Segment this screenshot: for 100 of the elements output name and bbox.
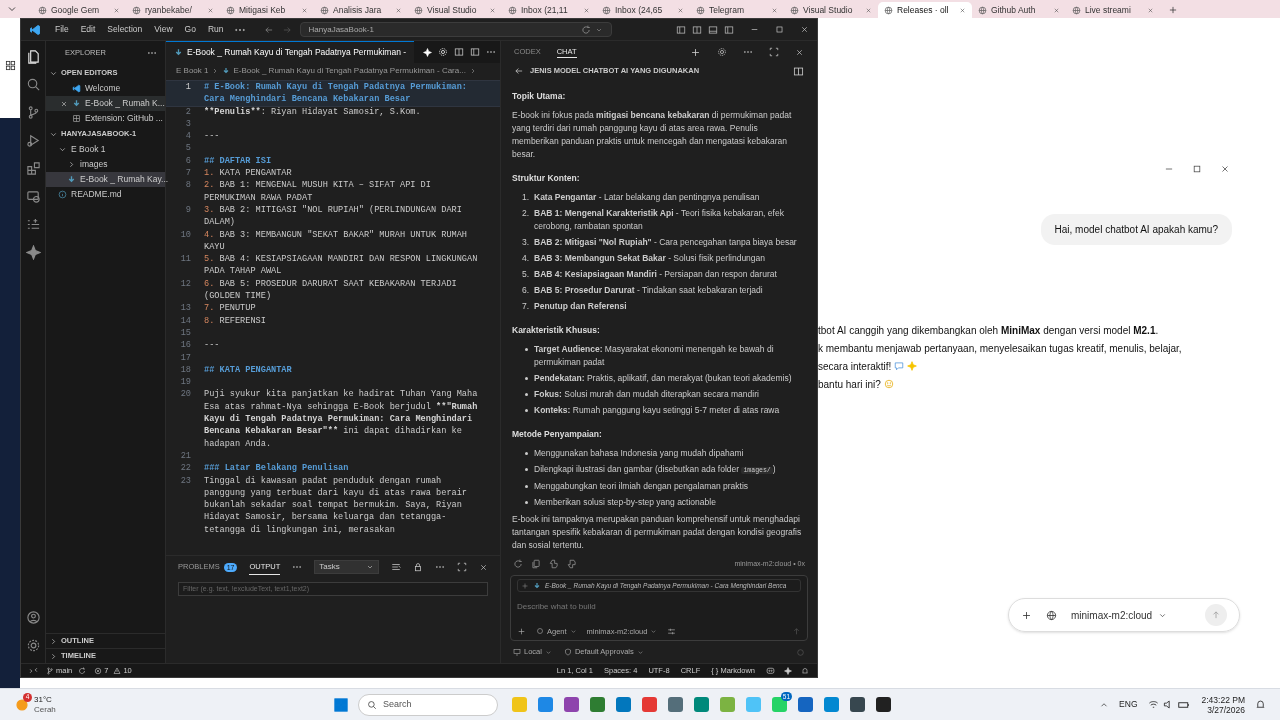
new-chat-icon[interactable] <box>690 46 701 58</box>
search-icon[interactable] <box>25 77 41 92</box>
close-icon[interactable] <box>800 25 809 34</box>
code-line: ### Latar Belakang Penulisan <box>204 462 350 475</box>
close-icon[interactable] <box>583 6 590 14</box>
browser-tab[interactable]: Analisis Jara <box>314 2 408 18</box>
close-icon[interactable] <box>1147 6 1154 14</box>
copilot-icon[interactable] <box>766 666 775 675</box>
browser-tab[interactable]: Inbox (24,65 <box>596 2 690 18</box>
menu-item[interactable]: Go <box>178 23 202 36</box>
settings-icon[interactable] <box>25 638 41 653</box>
clear-output-icon[interactable] <box>391 562 401 572</box>
maximize-panel-icon[interactable] <box>457 562 467 572</box>
list-number: 7. <box>522 300 530 313</box>
notification-icon[interactable] <box>801 666 809 675</box>
split-editor-icon[interactable] <box>470 47 480 57</box>
site-icon <box>414 5 423 15</box>
close-icon[interactable] <box>479 562 488 572</box>
search-field[interactable]: Search <box>358 693 498 716</box>
layout-icon[interactable] <box>676 24 686 35</box>
layout-icon[interactable] <box>724 24 734 35</box>
copy-icon[interactable] <box>531 559 541 569</box>
globe-icon[interactable] <box>1046 609 1057 621</box>
app-icon[interactable] <box>849 697 865 712</box>
clock-date[interactable]: 3/27/2026 <box>1207 704 1245 715</box>
layout-icon[interactable] <box>708 24 718 35</box>
open-editor-item[interactable]: Welcome <box>46 81 165 96</box>
close-icon[interactable] <box>959 6 966 14</box>
thumbs-down-icon[interactable] <box>567 559 577 569</box>
close-icon[interactable] <box>395 6 402 14</box>
files-icon[interactable] <box>25 49 41 64</box>
retry-icon[interactable] <box>513 559 523 569</box>
add-icon[interactable] <box>517 626 526 636</box>
language-indicator[interactable]: ENG <box>1119 698 1138 711</box>
browser-tab[interactable]: ryanbekabe/ <box>126 2 220 18</box>
browser-tab[interactable]: Releases · oll <box>878 2 972 18</box>
menu-item[interactable]: Selection <box>101 23 149 36</box>
add-icon[interactable] <box>1021 609 1032 621</box>
remote-icon[interactable] <box>25 189 41 204</box>
editor-tab[interactable]: E-Book _ Rumah Kayu di Tengah Padatnya Permukiman - <box>166 41 415 63</box>
browser-tab[interactable]: Github Auth <box>972 2 1066 18</box>
close-icon[interactable] <box>795 47 804 57</box>
line-number: 20 <box>179 388 192 402</box>
app-icon[interactable] <box>875 697 891 712</box>
account-icon[interactable] <box>25 610 41 625</box>
code-line: 8. REFERENSI <box>204 314 267 327</box>
run-debug-icon[interactable] <box>25 133 41 148</box>
close-icon[interactable] <box>60 99 68 108</box>
breadcrumb-item[interactable]: E-Book _ Rumah Kayu di Tengah Padatnya Permukiman - Cara... <box>233 65 466 77</box>
back-icon[interactable] <box>263 24 274 35</box>
menu-item[interactable]: View <box>148 23 179 36</box>
close-icon[interactable] <box>1053 6 1060 14</box>
browser-tab[interactable]: Telegram <box>690 2 784 18</box>
new-tab-icon[interactable] <box>1168 5 1178 15</box>
browser-tab[interactable]: Visual Studio <box>784 2 878 18</box>
maximize-icon[interactable] <box>1192 164 1202 174</box>
browser-tab[interactable]: Visual Studio <box>408 2 502 18</box>
lock-icon[interactable] <box>413 562 423 572</box>
clock-time[interactable]: 2:43:22 PM <box>1201 694 1245 705</box>
open-editor-item[interactable]: Extension: GitHub ... <box>46 111 165 126</box>
browser-tab[interactable]: Google Gem <box>32 2 126 18</box>
open-editor-item[interactable]: E-Book _ Rumah K... <box>46 96 165 111</box>
tree-item[interactable]: E Book 1 <box>46 142 165 157</box>
wifi-icon[interactable] <box>1147 699 1159 710</box>
tools-icon[interactable] <box>667 626 677 636</box>
settings-icon[interactable] <box>717 47 727 57</box>
task-dropdown[interactable]: Tasks <box>314 560 379 574</box>
layout-icon[interactable] <box>692 24 702 35</box>
close-icon[interactable] <box>1220 164 1230 174</box>
back-icon[interactable] <box>514 66 524 76</box>
close-icon[interactable] <box>489 6 496 14</box>
menu-item[interactable]: File <box>49 23 75 36</box>
windows-start-icon[interactable] <box>334 697 348 712</box>
close-icon[interactable] <box>865 6 872 14</box>
remote-icon[interactable] <box>29 666 38 675</box>
sidebar-toggle-icon[interactable] <box>793 65 804 77</box>
tree-item[interactable]: README.md <box>46 187 165 202</box>
thumbs-up-icon[interactable] <box>549 559 559 569</box>
close-icon[interactable] <box>207 6 214 14</box>
list-icon[interactable] <box>25 217 41 232</box>
browser-tab[interactable]: Mitigasi Keb <box>220 2 314 18</box>
command-center[interactable]: HanyaJasaBook-1 <box>299 22 612 37</box>
close-icon[interactable] <box>301 6 308 14</box>
breadcrumb-item[interactable]: E Book 1 <box>176 65 209 77</box>
browser-tab[interactable]: Live streami <box>1066 2 1160 18</box>
preview-icon[interactable] <box>454 47 464 57</box>
menu-item[interactable]: Run <box>201 23 230 36</box>
extensions-icon[interactable] <box>25 161 41 176</box>
menu-item[interactable]: Edit <box>74 23 102 36</box>
tree-item[interactable]: images <box>46 157 165 172</box>
maximize-panel-icon[interactable] <box>769 47 779 57</box>
close-icon[interactable] <box>771 6 778 14</box>
sync-icon[interactable] <box>78 666 87 675</box>
notification-icon[interactable] <box>1255 699 1266 710</box>
close-icon[interactable] <box>677 6 684 14</box>
grid-icon[interactable] <box>4 60 16 71</box>
browser-tab[interactable]: Inbox (21,11 <box>502 2 596 18</box>
close-icon[interactable] <box>113 6 120 14</box>
model-selector[interactable]: minimax-m2:cloud <box>1071 607 1168 623</box>
sparkle-icon[interactable] <box>784 666 792 675</box>
